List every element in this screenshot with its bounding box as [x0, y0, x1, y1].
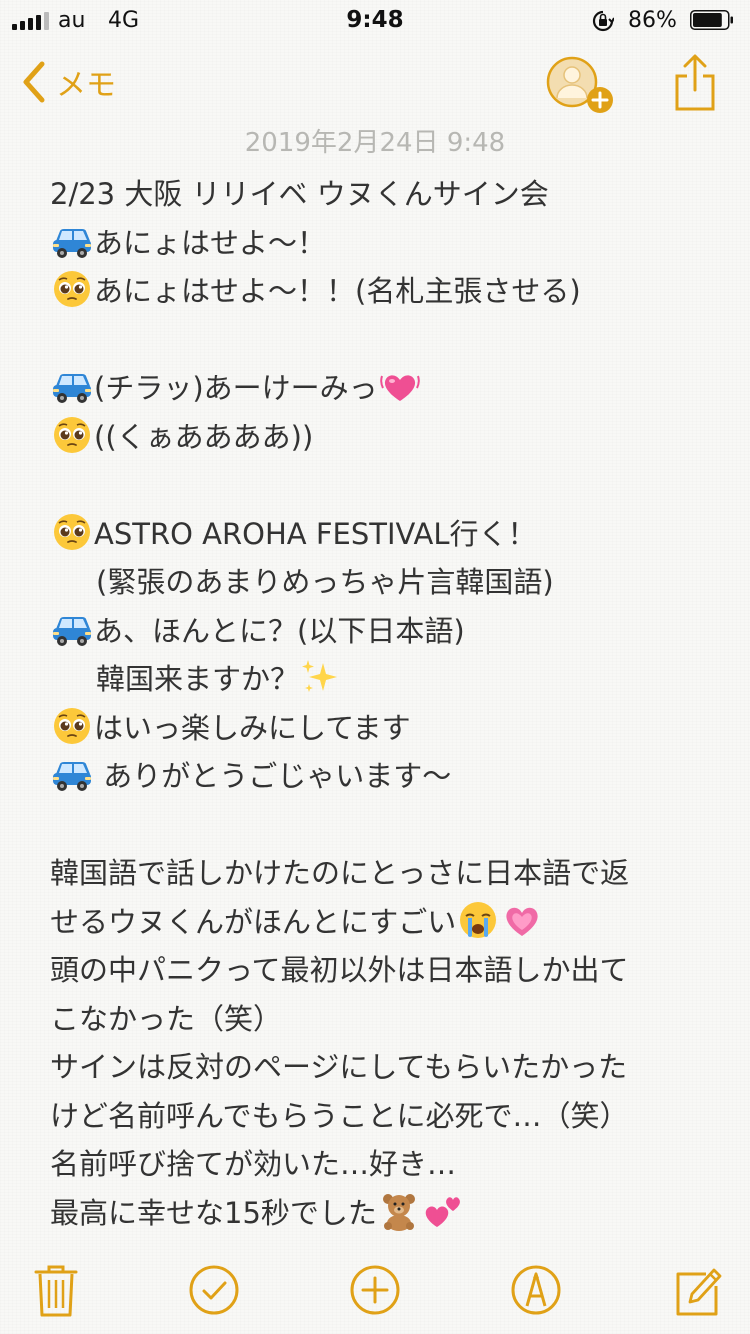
note-line: 韓国来ますか？	[50, 655, 710, 704]
bottom-toolbar	[0, 1244, 750, 1334]
note-line-text: はいっ楽しみにしてます	[94, 710, 411, 745]
beating-heart-icon	[378, 366, 422, 406]
pleading-face-icon	[50, 269, 94, 309]
car-icon	[50, 609, 94, 649]
note-line-text: 韓国語で話しかけたのにとっさに日本語で返	[50, 856, 630, 890]
note-line-text: せるウヌくんがほんとにすごい	[50, 904, 457, 939]
note-line	[50, 801, 710, 850]
car-icon	[50, 366, 94, 406]
loudly-crying-face-icon	[456, 900, 500, 940]
note-line: あにょはせよ〜！！(名札主張させる)	[50, 267, 710, 316]
note-line-text: けど名前呼んでもらうことに必死で…（笑）	[50, 1098, 629, 1133]
note-line-text: あにょはせよ〜！	[94, 225, 327, 260]
note-line: ((くぁああああ))	[50, 413, 710, 462]
note-line: あにょはせよ〜！	[50, 219, 710, 268]
note-line-text: (緊張のあまりめっちゃ片言韓国語)	[96, 565, 554, 599]
trash-icon[interactable]	[30, 1262, 82, 1318]
rotation-lock-icon	[592, 10, 614, 32]
note-line: サインは反対のページにしてもらいたかった	[50, 1043, 710, 1092]
note-line-text: 名前呼び捨てが効いた…好き…	[50, 1147, 457, 1181]
car-icon	[50, 221, 94, 261]
note-line-text: 韓国来ますか？	[96, 662, 300, 696]
note-line: はいっ楽しみにしてます	[50, 704, 710, 753]
note-line: ありがとうごじゃいます〜	[50, 752, 710, 801]
pleading-face-icon	[50, 706, 94, 746]
note-line-text: (チラッ)あーけーみっ	[94, 371, 378, 405]
note-line: こなかった（笑）	[50, 995, 710, 1044]
back-button[interactable]: メモ	[20, 60, 116, 104]
navigation-bar: メモ	[0, 44, 750, 124]
note-line-text: サインは反対のページにしてもらいたかった	[50, 1050, 628, 1084]
note-line: けど名前呼んでもらうことに必死で…（笑）	[50, 1092, 710, 1141]
checklist-icon[interactable]	[188, 1262, 240, 1318]
markup-icon[interactable]	[510, 1262, 562, 1318]
sparkles-icon	[299, 657, 343, 697]
back-button-label: メモ	[56, 68, 116, 103]
note-line: 韓国語で話しかけたのにとっさに日本語で返	[50, 849, 710, 898]
add-icon[interactable]	[349, 1262, 401, 1318]
note-line: 名前呼び捨てが効いた…好き…	[50, 1140, 710, 1189]
note-line: あ、ほんとに？(以下日本語)	[50, 607, 710, 656]
battery-percent: 86%	[628, 8, 677, 33]
note-line-text: 2/23 大阪 リリイベ ウヌくんサイン会	[50, 177, 549, 211]
share-button[interactable]	[672, 54, 718, 112]
add-people-button[interactable]	[546, 56, 618, 120]
note-line: 2/23 大阪 リリイベ ウヌくんサイン会	[50, 170, 710, 219]
note-line-text: ありがとうごじゃいます〜	[94, 759, 452, 793]
car-icon	[50, 754, 94, 794]
note-line-text: ASTRO AROHA FESTIVAL行く！	[94, 516, 537, 551]
note-line: (チラッ)あーけーみっ	[50, 364, 710, 413]
two-hearts-icon	[421, 1191, 465, 1231]
battery-icon	[690, 10, 733, 30]
note-line: 頭の中パニクって最初以外は日本語しか出て	[50, 946, 710, 995]
note-line-text: 最高に幸せな15秒でした	[50, 1195, 377, 1230]
note-line-text: 頭の中パニクって最初以外は日本語しか出て	[50, 953, 629, 987]
note-line-text: あ、ほんとに？(以下日本語)	[94, 613, 465, 648]
note-line: せるウヌくんがほんとにすごい	[50, 898, 710, 947]
note-line: (緊張のあまりめっちゃ片言韓国語)	[50, 558, 710, 607]
status-bar: au 4G 9:48 86%	[0, 0, 750, 40]
note-line-text: こなかった（笑）	[50, 1001, 283, 1036]
teddy-bear-icon	[377, 1191, 421, 1231]
chevron-left-icon	[23, 61, 45, 103]
note-line-text: あにょはせよ〜！！(名札主張させる)	[94, 274, 581, 308]
growing-heart-icon	[500, 900, 544, 940]
note-body[interactable]: 2/23 大阪 リリイベ ウヌくんサイン会あにょはせよ〜！ あにょはせよ〜！！(名…	[50, 170, 710, 1237]
pleading-face-icon	[50, 415, 94, 455]
note-timestamp: 2019年2月24日 9:48	[244, 128, 506, 158]
note-line	[50, 316, 710, 365]
pleading-face-icon	[50, 512, 94, 552]
note-line	[50, 461, 710, 510]
compose-icon[interactable]	[672, 1262, 724, 1318]
note-line: 最高に幸せな15秒でした	[50, 1189, 710, 1238]
note-line: ASTRO AROHA FESTIVAL行く！	[50, 510, 710, 559]
note-line-text: ((くぁああああ))	[94, 419, 314, 454]
